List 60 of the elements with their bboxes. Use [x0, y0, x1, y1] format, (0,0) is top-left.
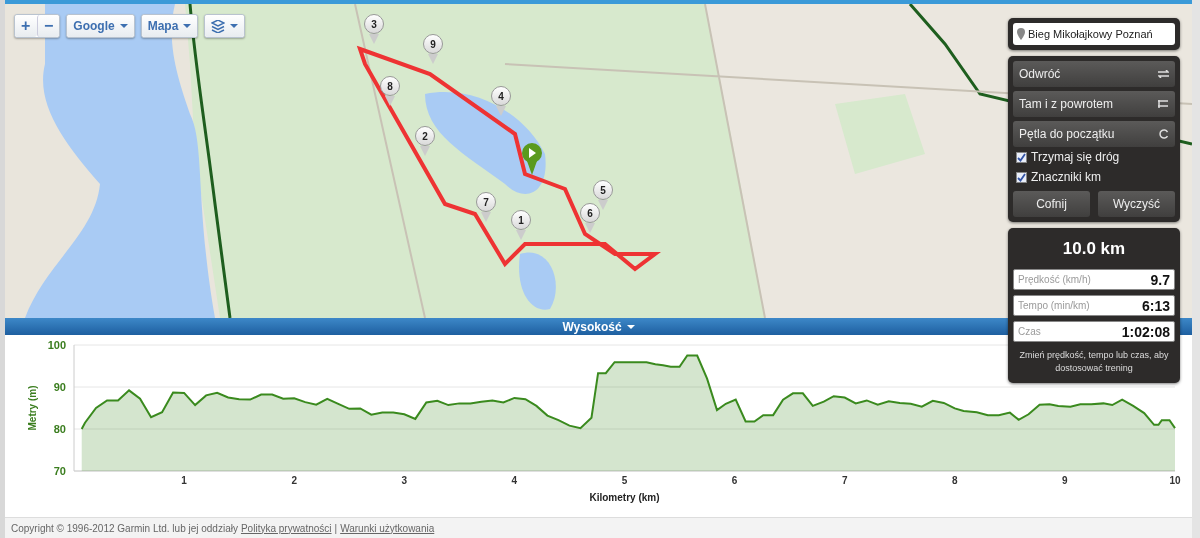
clear-button[interactable]: Wyczyść: [1098, 191, 1175, 217]
zoom-out-button[interactable]: −: [37, 15, 60, 37]
pin-tip-icon: [420, 146, 430, 156]
route-action-button[interactable]: Odwróć: [1013, 61, 1175, 87]
caret-icon: [230, 24, 239, 28]
return-arrows-icon: [1158, 100, 1169, 108]
undo-button[interactable]: Cofnij: [1013, 191, 1090, 217]
option-label: Trzymaj się dróg: [1031, 150, 1120, 164]
pin-tip-icon: [369, 34, 379, 44]
y-tick-label: 100: [47, 339, 66, 351]
elevation-dropdown[interactable]: Wysokość: [562, 319, 635, 334]
caret-icon: [183, 24, 192, 28]
x-tick-label: 4: [511, 475, 518, 486]
caret-icon: [626, 324, 635, 329]
pin-tip-icon: [385, 96, 395, 106]
route-action-button[interactable]: Pętla do początku: [1013, 121, 1175, 147]
pin-tip-icon: [585, 223, 595, 233]
pin-tip-icon: [428, 54, 438, 64]
x-tick-label: 10: [1169, 475, 1181, 486]
pin-icon: [1017, 28, 1025, 40]
swap-arrows-icon: [1158, 70, 1169, 78]
x-tick-label: 3: [401, 475, 408, 486]
loop-icon: [1159, 129, 1169, 139]
x-axis-label: Kilometry (km): [589, 492, 660, 503]
x-tick-label: 7: [841, 475, 848, 486]
x-tick-label: 1: [181, 475, 187, 486]
x-tick-label: 5: [621, 475, 628, 486]
copyright-text: Copyright © 1996-2012 Garmin Ltd. lub jej oddziały: [11, 522, 238, 534]
y-tick-label: 70: [53, 465, 66, 477]
stat-field[interactable]: Czas 1:02:08: [1013, 321, 1175, 342]
pin-tip-icon: [598, 200, 608, 210]
layers-icon: [211, 19, 226, 33]
start-flag-icon: [520, 142, 544, 176]
option-label: Znaczniki km: [1031, 170, 1101, 184]
map-dropdown[interactable]: Mapa: [141, 15, 198, 37]
layers-dropdown[interactable]: [205, 15, 245, 37]
hint-text: Zmień prędkość, tempo lub czas, aby dostosować trening: [1018, 349, 1170, 375]
route-action-button[interactable]: Tam i z powrotem: [1013, 91, 1175, 117]
x-tick-label: 6: [731, 475, 738, 486]
x-tick-label: 9: [1062, 475, 1068, 486]
map-dropdown[interactable]: Google: [67, 15, 134, 37]
y-tick-label: 90: [53, 381, 66, 393]
zoom-in-button[interactable]: +: [15, 15, 37, 37]
search-field[interactable]: Bieg Mikołajkowy Poznań: [1013, 23, 1175, 45]
terms-link[interactable]: Warunki użytkowania: [340, 522, 435, 534]
pin-tip-icon: [481, 212, 491, 222]
distance-total: 10.0 km: [1061, 238, 1127, 260]
pin-tip-icon: [496, 106, 506, 116]
separator-text: |: [334, 522, 338, 534]
y-tick-label: 80: [53, 423, 66, 435]
privacy-link[interactable]: Polityka prywatności: [240, 522, 332, 534]
pin-tip-icon: [516, 230, 526, 240]
x-tick-label: 2: [291, 475, 297, 486]
checkbox[interactable]: [1016, 151, 1027, 163]
checkbox[interactable]: [1016, 171, 1027, 183]
x-tick-label: 8: [952, 475, 958, 486]
y-axis-label: Metry (m): [27, 385, 38, 431]
stat-field[interactable]: Prędkość (km/h) 9.7: [1013, 269, 1175, 290]
stat-field[interactable]: Tempo (min/km) 6:13: [1013, 295, 1175, 316]
caret-icon: [119, 24, 128, 28]
